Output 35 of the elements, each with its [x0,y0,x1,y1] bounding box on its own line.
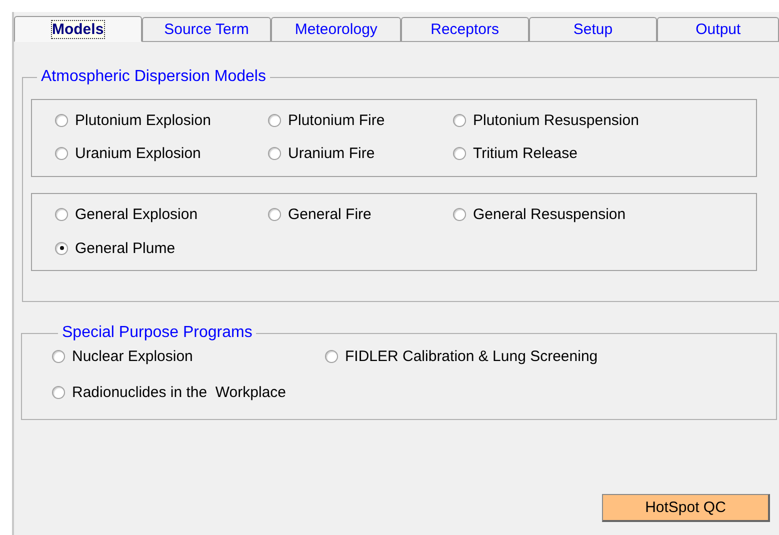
hotspot-qc-button[interactable]: HotSpot QC [602,494,770,522]
radio-circle[interactable] [453,114,466,126]
radio-circle[interactable] [52,350,65,362]
radio-circle[interactable] [55,114,68,126]
radio-option[interactable]: Radionuclides in the Workplace [52,382,286,402]
tab[interactable]: Output [657,17,779,41]
radio-option[interactable]: Plutonium Fire [268,110,385,130]
radio-circle[interactable] [55,146,68,160]
radio-option[interactable]: Uranium Fire [268,143,375,163]
radio-option[interactable]: Uranium Explosion [55,143,201,163]
tab[interactable]: Setup [528,17,658,41]
tab[interactable]: Receptors [400,17,529,41]
radio-circle[interactable] [453,146,466,160]
group-title: Atmospheric Dispersion Models [40,68,267,86]
radio-option[interactable]: General Plume [55,238,176,258]
radio-option[interactable]: General Explosion [55,204,198,224]
tab[interactable]: Meteorology [271,17,401,41]
radio-circle[interactable] [55,242,68,254]
radio-circle[interactable] [52,386,65,399]
radio-circle[interactable] [268,114,281,126]
radio-option[interactable]: Plutonium Resuspension [453,110,639,130]
radio-circle[interactable] [268,208,281,220]
radio-option[interactable]: Nuclear Explosion [52,346,193,366]
radio-circle[interactable] [268,146,281,160]
radio-circle[interactable] [453,208,466,220]
radio-option[interactable]: General Fire [268,204,372,224]
radio-option[interactable]: Tritium Release [453,143,578,163]
radio-circle[interactable] [325,350,338,362]
group-title: Special Purpose Programs [61,324,254,342]
radio-option[interactable]: FIDLER Calibration & Lung Screening [325,346,598,366]
radio-circle[interactable] [55,208,68,220]
tab[interactable]: Models [14,16,142,42]
radio-option[interactable]: Plutonium Explosion [55,110,211,130]
tab[interactable]: Source Term [142,17,272,41]
radio-option[interactable]: General Resuspension [453,204,626,224]
